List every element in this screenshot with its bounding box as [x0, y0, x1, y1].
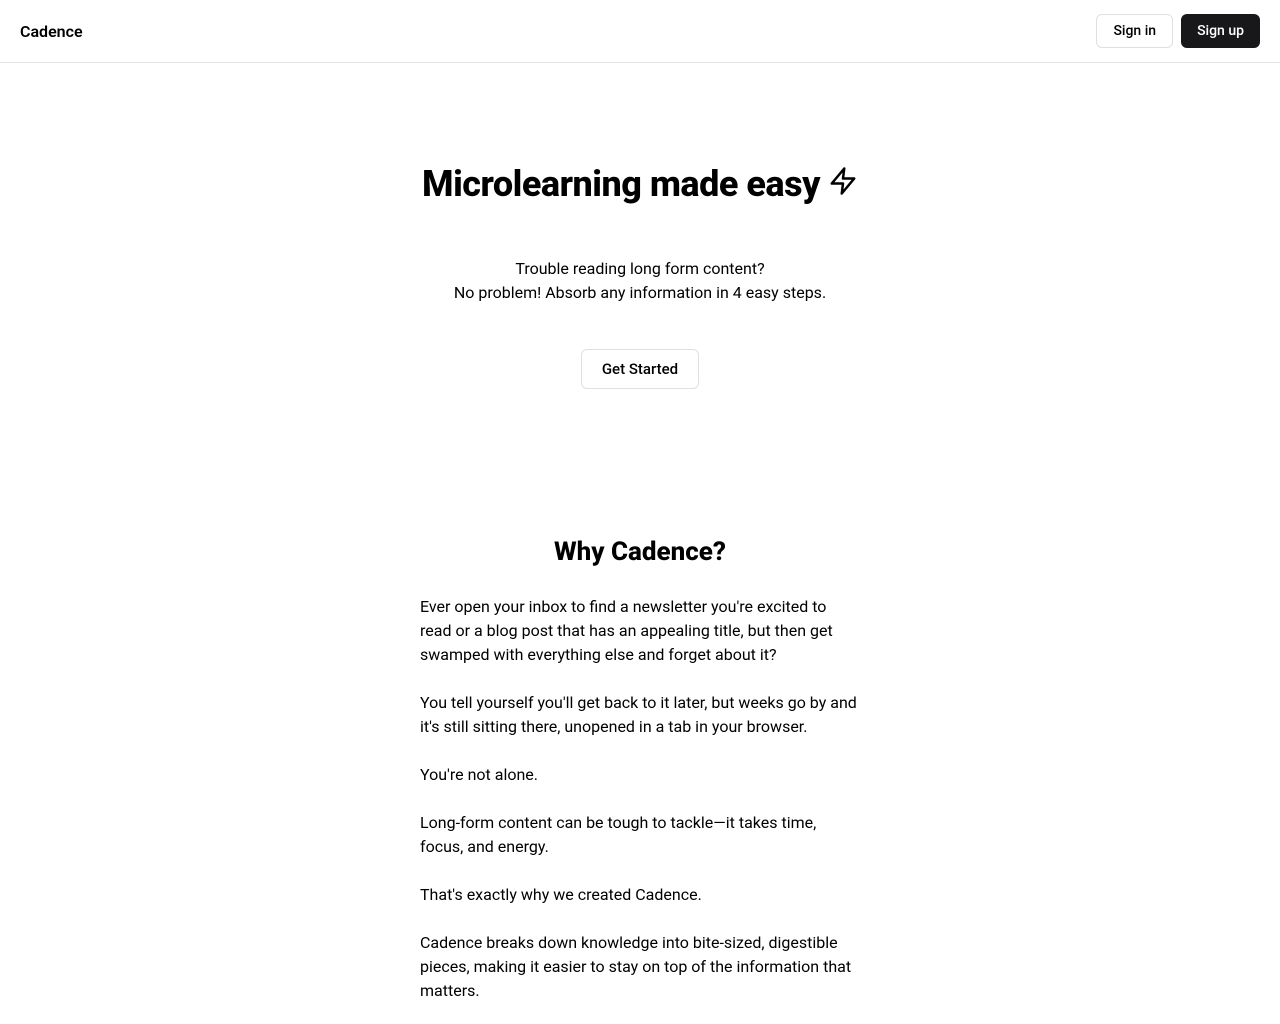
- why-paragraph: You tell yourself you'll get back to it …: [420, 691, 860, 739]
- sign-up-button[interactable]: Sign up: [1181, 14, 1260, 48]
- why-section: Why Cadence? Ever open your inbox to fin…: [420, 429, 860, 1003]
- lightning-bolt-icon: [828, 166, 858, 202]
- get-started-button[interactable]: Get Started: [581, 349, 699, 389]
- hero-subtitle: Trouble reading long form content? No pr…: [0, 257, 1280, 305]
- hero-section: Microlearning made easy Trouble reading …: [0, 63, 1280, 429]
- sign-in-button[interactable]: Sign in: [1096, 14, 1173, 48]
- hero-subtitle-line1: Trouble reading long form content?: [0, 257, 1280, 281]
- hero-subtitle-line2: No problem! Absorb any information in 4 …: [0, 281, 1280, 305]
- why-paragraph: Long-form content can be tough to tackle…: [420, 811, 860, 859]
- why-paragraph: You're not alone.: [420, 763, 860, 787]
- why-title: Why Cadence?: [420, 537, 860, 567]
- header: Cadence Sign in Sign up: [0, 0, 1280, 63]
- why-paragraph: That's exactly why we created Cadence.: [420, 883, 860, 907]
- why-paragraph: Cadence breaks down knowledge into bite-…: [420, 931, 860, 1003]
- why-paragraph: Ever open your inbox to find a newslette…: [420, 595, 860, 667]
- cta-container: Get Started: [0, 349, 1280, 389]
- logo[interactable]: Cadence: [20, 22, 83, 41]
- header-buttons: Sign in Sign up: [1096, 14, 1260, 48]
- hero-title: Microlearning made easy: [422, 163, 858, 205]
- hero-title-text: Microlearning made easy: [422, 163, 820, 205]
